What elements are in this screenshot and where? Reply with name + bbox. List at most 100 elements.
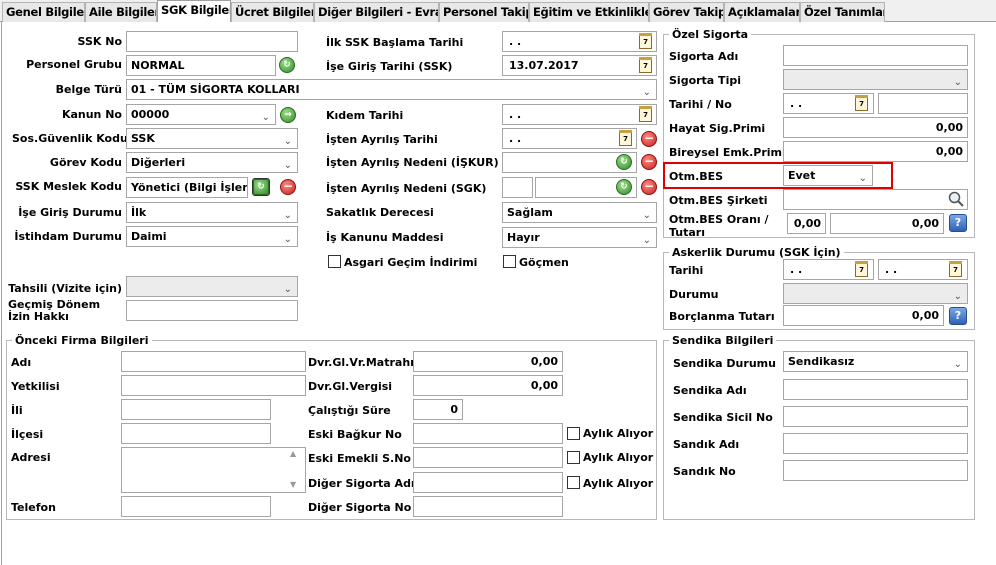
refresh-icon[interactable]: ↻ [616,154,632,170]
add-icon[interactable]: → [280,107,296,123]
borclanma-input[interactable]: 0,00 [783,305,944,326]
tab-ucret-bilgileri[interactable]: Ücret Bilgileri [231,2,314,22]
chevron-down-icon: ⌄ [283,234,292,245]
emekli-aylik-checkbox[interactable] [567,451,580,464]
personel-grubu-label: Personel Grubu [26,58,122,71]
diger-adi-input[interactable] [413,472,563,493]
tahsili-select[interactable]: ⌄ [126,276,298,297]
tab-sgk-bilgileri[interactable]: SGK Bilgileri [157,0,231,23]
istihdam-value: Daimi [131,230,167,243]
no-input[interactable] [878,93,968,114]
calendar-icon[interactable]: 7 [619,130,632,146]
asgari-checkbox[interactable] [328,255,341,268]
ssk-meslek-input[interactable]: Yönetici (Bilgi İşlem) [126,177,248,198]
askerlik-durumu-label: Durumu [669,288,719,301]
delete-icon[interactable]: − [641,131,657,147]
sigorta-adi-input[interactable] [783,45,968,66]
ayrilis-sgk-code-input[interactable] [502,177,533,198]
tab-personel-takip[interactable]: Personel Takip [439,2,529,22]
tab-ozel-tanimlar[interactable]: Özel Tanımlar [800,2,885,22]
belge-turu-value: 01 - TÜM SİGORTA KOLLARI [131,83,300,96]
delete-icon[interactable]: − [641,154,657,170]
istihdam-select[interactable]: Daimi ⌄ [126,226,298,247]
sendika-durumu-select[interactable]: Sendikasız ⌄ [783,351,968,372]
tab-genel-bilgiler[interactable]: Genel Bilgiler [2,2,85,22]
firma-adi-input[interactable] [121,351,306,372]
belge-turu-select[interactable]: 01 - TÜM SİGORTA KOLLARI ⌄ [126,79,657,100]
diger-no-input[interactable] [413,496,563,517]
sigorta-tipi-select[interactable]: ⌄ [783,69,968,90]
sos-guvenlik-value: SSK [131,132,155,145]
tab-gorev-takip[interactable]: Görev Takip [649,2,724,22]
matrah-input[interactable]: 0,00 [413,351,563,372]
askerlik-title: Askerlik Durumu (SGK İçin) [669,246,844,259]
calendar-icon[interactable]: 7 [639,106,652,122]
telefon-input[interactable] [121,496,271,517]
delete-icon[interactable]: − [280,179,296,195]
ayrilis-sgk-label: İşten Ayrılış Nedeni (SGK) [326,182,487,195]
gecmis-donem-input[interactable] [126,300,298,321]
ayrilis-iskur-label: İşten Ayrılış Nedeni (İŞKUR) [326,156,499,169]
sandik-no-input[interactable] [783,460,968,481]
ili-input[interactable] [121,399,271,420]
is-kanunu-select[interactable]: Hayır ⌄ [502,227,657,248]
calistigi-input[interactable]: 0 [413,399,463,420]
refresh-icon[interactable]: ↻ [279,57,295,73]
otm-bes-tutar-input[interactable]: 0,00 [830,213,944,234]
chevron-down-icon: ⌄ [953,77,962,88]
tab-bar: Genel Bilgiler Aile Bilgileri SGK Bilgil… [0,0,996,23]
bagkur-aylik-checkbox[interactable] [567,427,580,440]
ilk-ssk-input[interactable]: . . [502,31,657,52]
personel-grubu-input[interactable]: NORMAL [126,55,276,76]
tab-aciklamalar[interactable]: Açıklamalar [724,2,800,22]
ise-giris-durumu-select[interactable]: İlk ⌄ [126,202,298,223]
ilcesi-input[interactable] [121,423,271,444]
gorev-kodu-value: Diğerleri [131,156,186,169]
emekli-input[interactable] [413,447,563,468]
calendar-icon[interactable]: 7 [639,57,652,73]
scroll-up-icon[interactable]: ▲ [290,449,296,458]
vergisi-input[interactable]: 0,00 [413,375,563,396]
refresh-icon[interactable]: ↻ [252,178,270,196]
otm-bes-orani-input[interactable]: 0,00 [787,213,826,234]
sendika-adi-input[interactable] [783,379,968,400]
calendar-icon[interactable]: 7 [639,33,652,49]
help-icon[interactable]: ? [949,214,967,232]
tab-diger-bilgileri-evrak[interactable]: Diğer Bilgileri - Evrak [314,2,439,22]
kanun-no-select[interactable]: 00000 ⌄ [126,104,276,125]
sendika-sicil-input[interactable] [783,406,968,427]
hayat-input[interactable]: 0,00 [783,117,968,138]
sos-guvenlik-select[interactable]: SSK ⌄ [126,128,298,149]
ise-giris-tarihi-input[interactable]: 13.07.2017 [502,55,657,76]
calendar-icon[interactable]: 7 [949,261,962,277]
otm-bes-sirketi-input[interactable] [783,189,968,210]
chevron-down-icon: ⌄ [642,235,651,246]
tab-egitim-etkinlikler[interactable]: Eğitim ve Etkinlikler [529,2,649,22]
ssk-no-input[interactable] [126,31,298,52]
sandik-adi-input[interactable] [783,433,968,454]
kidem-input[interactable]: . . [502,104,657,125]
refresh-icon[interactable]: ↻ [616,179,632,195]
isten-ayrilis-input[interactable]: . . [502,128,637,149]
scroll-down-icon[interactable]: ▼ [290,480,296,489]
sendika-durumu-label: Sendika Durumu [673,357,776,370]
otm-bes-select[interactable]: Evet ⌄ [783,165,873,186]
diger-aylik-checkbox[interactable] [567,476,580,489]
bagkur-input[interactable] [413,423,563,444]
onceki-firma-title: Önceki Firma Bilgileri [12,334,152,347]
delete-icon[interactable]: − [641,179,657,195]
askerlik-durumu-select[interactable]: ⌄ [783,283,968,304]
gocmen-checkbox[interactable] [503,255,516,268]
calendar-icon[interactable]: 7 [855,261,868,277]
yetkilisi-input[interactable] [121,375,306,396]
calendar-icon[interactable]: 7 [855,95,868,111]
tab-aile-bilgileri[interactable]: Aile Bilgileri [85,2,157,22]
sakatlik-select[interactable]: Sağlam ⌄ [502,202,657,223]
gorev-kodu-select[interactable]: Diğerleri ⌄ [126,152,298,173]
search-icon[interactable] [947,190,965,208]
chevron-down-icon: ⌄ [642,87,651,98]
sigorta-tipi-label: Sigorta Tipi [669,74,741,87]
bireysel-input[interactable]: 0,00 [783,141,968,162]
adresi-textarea[interactable] [121,447,306,493]
help-icon[interactable]: ? [949,307,967,325]
